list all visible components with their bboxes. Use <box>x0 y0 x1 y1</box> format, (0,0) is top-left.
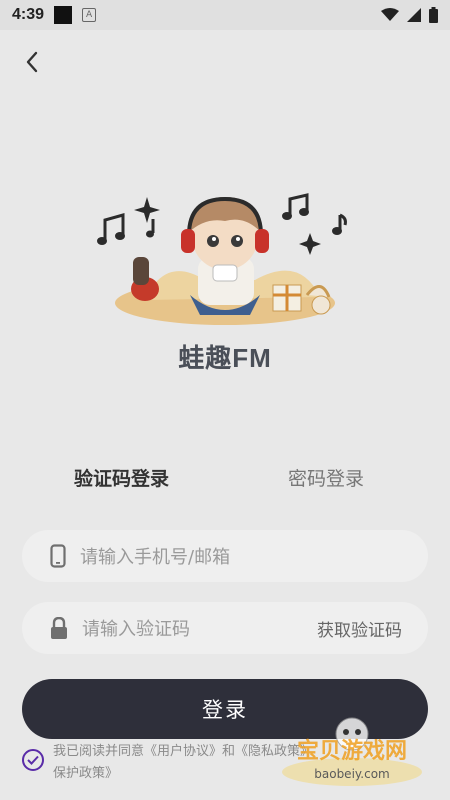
phone-email-input[interactable]: 请输入手机号/邮箱 <box>80 543 230 569</box>
status-bar: 4:39 A <box>0 0 450 30</box>
agreement-and: 和 <box>222 744 236 759</box>
privacy-policy-link[interactable]: 《隐私政策》 <box>235 744 313 759</box>
back-button[interactable] <box>14 44 50 80</box>
status-icons <box>381 7 438 23</box>
chevron-left-icon <box>26 51 38 73</box>
app-badge-icon: A <box>82 8 97 22</box>
lock-icon <box>51 617 67 639</box>
check-icon <box>27 755 39 765</box>
verification-code-input[interactable]: 请输入验证码 <box>82 615 190 641</box>
battery-icon <box>429 7 438 23</box>
tab-sms-login[interactable]: 验证码登录 <box>74 464 169 491</box>
phone-icon <box>50 544 66 568</box>
agreement-rest: 保护政策》 <box>53 766 119 781</box>
user-agreement-link[interactable]: 《用户协议》 <box>144 744 222 759</box>
notification-icon <box>54 6 73 24</box>
wifi-icon <box>381 8 399 21</box>
agreement-checkbox[interactable] <box>22 749 44 771</box>
status-time: 4:39 <box>12 6 45 23</box>
tab-password-login[interactable]: 密码登录 <box>288 464 364 491</box>
agreement-prefix: 我已阅读并同意 <box>53 744 145 759</box>
verification-code-field[interactable]: 请输入验证码 获取验证码 <box>22 602 428 654</box>
phone-email-field[interactable]: 请输入手机号/邮箱 <box>22 530 428 582</box>
get-code-button[interactable]: 获取验证码 <box>317 616 402 641</box>
login-button[interactable]: 登录 <box>22 679 428 739</box>
agreement-row: 我已阅读并同意《用户协议》和《隐私政策》保护政策》 <box>22 741 442 785</box>
agreement-text: 我已阅读并同意《用户协议》和《隐私政策》保护政策》 <box>53 741 433 785</box>
signal-icon <box>407 8 421 22</box>
mascot-illustration <box>97 193 347 325</box>
brand-name: 蛙趣FM <box>178 343 272 373</box>
